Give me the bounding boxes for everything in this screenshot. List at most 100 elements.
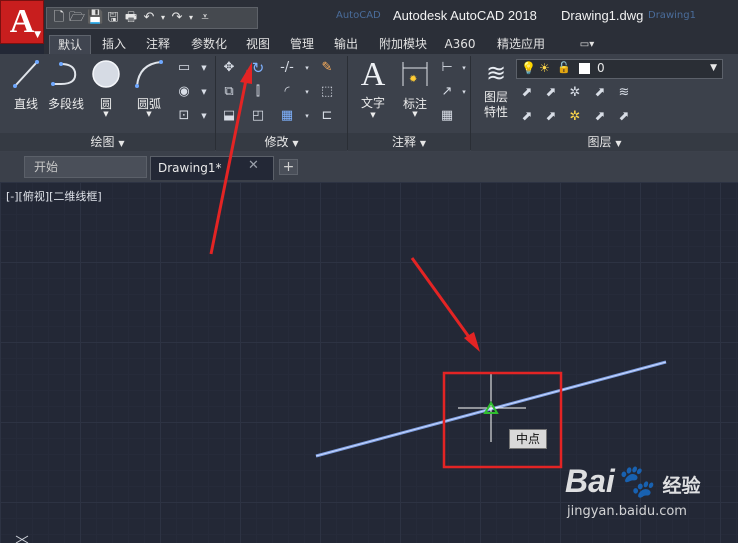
layer-tool-icon[interactable]: ≋: [615, 84, 633, 102]
annotation-panel-title[interactable]: 注释 ▼: [348, 133, 470, 151]
chevron-down-icon[interactable]: ▾: [455, 83, 473, 101]
polyline-button[interactable]: 多段线: [46, 58, 86, 112]
autocad-logo-icon: A: [9, 3, 35, 40]
chevron-down-icon: ▼: [292, 139, 299, 148]
dimension-button[interactable]: ✹ 标注 ▼: [397, 58, 433, 118]
file-title: Drawing1.dwg: [561, 8, 644, 23]
new-icon[interactable]: 🗋: [51, 10, 67, 26]
chevron-down-icon: ▼: [419, 139, 426, 148]
save-as-icon[interactable]: 🖫: [105, 10, 121, 26]
chevron-down-icon[interactable]: ▼: [195, 59, 213, 77]
lightbulb-icon: 💡: [521, 61, 536, 75]
modify-panel-title-text: 修改: [264, 135, 289, 149]
annotation-panel-title-text: 注释: [392, 135, 417, 149]
more-icon[interactable]: ⩡: [197, 10, 213, 26]
layer-properties-button[interactable]: ≋ 图层 特性: [478, 58, 514, 120]
tab-insert[interactable]: 插入: [96, 35, 132, 54]
layers-panel-title-text: 图层: [587, 135, 612, 149]
rectangle-icon[interactable]: ▭: [175, 59, 193, 77]
trim-icon[interactable]: -/-: [278, 59, 296, 77]
chevron-down-icon[interactable]: ▼: [195, 107, 213, 125]
explode-icon[interactable]: ⬚: [318, 83, 336, 101]
undo-icon[interactable]: ↶: [141, 10, 157, 26]
layer-tool-icon[interactable]: ⬈: [542, 108, 560, 126]
text-icon: A: [360, 56, 386, 93]
linear-dimension-icon[interactable]: ⊢: [438, 59, 456, 77]
layer-tool-icon[interactable]: ⬈: [518, 108, 536, 126]
chevron-down-icon[interactable]: ▾: [159, 10, 167, 26]
layer-tool-icon[interactable]: ✲: [566, 84, 584, 102]
layer-stack-icon: ≋: [485, 59, 507, 87]
chevron-down-icon[interactable]: ▾: [455, 59, 473, 77]
layer-tool-icon[interactable]: ⬈: [615, 108, 633, 126]
tab-output[interactable]: 输出: [328, 35, 364, 54]
open-icon[interactable]: 🗁: [69, 10, 85, 26]
line-icon: [13, 60, 39, 88]
leader-icon[interactable]: ↗: [438, 83, 456, 101]
hatch-icon[interactable]: ◉: [175, 83, 193, 101]
application-menu-button[interactable]: A ▼: [0, 0, 44, 44]
tab-view[interactable]: 视图: [241, 35, 275, 54]
layer-tool-icon[interactable]: ⬈: [591, 84, 609, 102]
tab-a360[interactable]: A360: [440, 35, 480, 54]
app-title: Autodesk AutoCAD 2018: [393, 8, 537, 23]
chevron-down-icon[interactable]: ▼: [356, 111, 390, 119]
close-icon[interactable]: ✕: [248, 158, 259, 173]
tab-featured-apps[interactable]: 精选应用: [490, 35, 552, 54]
move-icon[interactable]: ✥: [220, 59, 238, 77]
current-layer-name: 0: [597, 61, 605, 75]
layer-color-swatch: [579, 63, 590, 74]
layers-panel-title[interactable]: 图层 ▼: [471, 133, 738, 151]
tab-default[interactable]: 默认: [49, 35, 91, 54]
tab-parametric[interactable]: 参数化: [185, 35, 233, 54]
region-icon[interactable]: ⊡: [175, 107, 193, 125]
file-tab-start[interactable]: 开始: [24, 156, 147, 178]
fillet-icon[interactable]: ◜: [278, 83, 296, 101]
print-icon[interactable]: 🖶: [123, 10, 139, 26]
circle-button[interactable]: 圆 ▼: [90, 58, 122, 118]
rotate-icon[interactable]: ↻: [249, 59, 267, 77]
chevron-down-icon[interactable]: ▾: [187, 10, 195, 26]
tab-addins[interactable]: 附加模块: [373, 35, 433, 54]
polyline-icon: [51, 62, 77, 86]
chevron-down-icon: ▼: [710, 63, 717, 73]
quick-access-toolbar: 🗋 🗁 💾 🖫 🖶 ↶ ▾ ↷ ▾ ⩡: [46, 7, 258, 29]
array-icon[interactable]: ▦: [278, 107, 296, 125]
layer-properties-label-line2: 特性: [483, 105, 508, 119]
erase-icon[interactable]: ✎: [318, 59, 336, 77]
chevron-down-icon[interactable]: ▼: [195, 83, 213, 101]
baidu-logo: Bai🐾: [565, 463, 655, 499]
arc-button[interactable]: 圆弧 ▼: [132, 58, 166, 118]
redo-icon[interactable]: ↷: [169, 10, 185, 26]
layer-tool-icon[interactable]: ⬈: [518, 84, 536, 102]
modify-panel-title[interactable]: 修改 ▼: [216, 133, 347, 151]
chevron-down-icon[interactable]: ▼: [90, 110, 122, 118]
text-label: 文字: [360, 96, 385, 110]
mirror-icon[interactable]: ⫿: [249, 83, 267, 101]
tab-annotate[interactable]: 注释: [140, 35, 176, 54]
text-button[interactable]: A 文字 ▼: [356, 56, 390, 119]
layer-tool-icon[interactable]: ✲: [566, 108, 584, 126]
layer-tool-icon[interactable]: ⬈: [542, 84, 560, 102]
stretch-icon[interactable]: ⬓: [220, 107, 238, 125]
draw-panel-title[interactable]: 绘图 ▼: [0, 133, 215, 151]
arc-icon: [135, 60, 163, 88]
tab-manage[interactable]: 管理: [284, 35, 320, 54]
copy-icon[interactable]: ⧉: [220, 83, 238, 101]
scale-icon[interactable]: ◰: [249, 107, 267, 125]
viewport-controls[interactable]: [-][俯视][二维线框]: [6, 188, 102, 204]
offset-icon[interactable]: ⊏: [318, 107, 336, 125]
chevron-down-icon: ▼: [34, 30, 41, 40]
layer-dropdown[interactable]: 💡 ☀ 🔓 0 ▼: [516, 59, 723, 79]
layer-tool-icon[interactable]: ⬈: [591, 108, 609, 126]
chevron-down-icon[interactable]: ▾: [298, 59, 316, 77]
line-button[interactable]: 直线: [8, 58, 44, 112]
chevron-down-icon[interactable]: ▾: [298, 83, 316, 101]
ribbon-options-button[interactable]: ▭▾: [572, 35, 602, 54]
table-icon[interactable]: ▦: [438, 107, 456, 125]
chevron-down-icon[interactable]: ▾: [298, 107, 316, 125]
layer-properties-label: 图层: [483, 90, 508, 104]
chevron-down-icon: ▼: [615, 139, 622, 148]
new-tab-button[interactable]: +: [279, 159, 298, 175]
save-icon[interactable]: 💾: [87, 10, 103, 26]
